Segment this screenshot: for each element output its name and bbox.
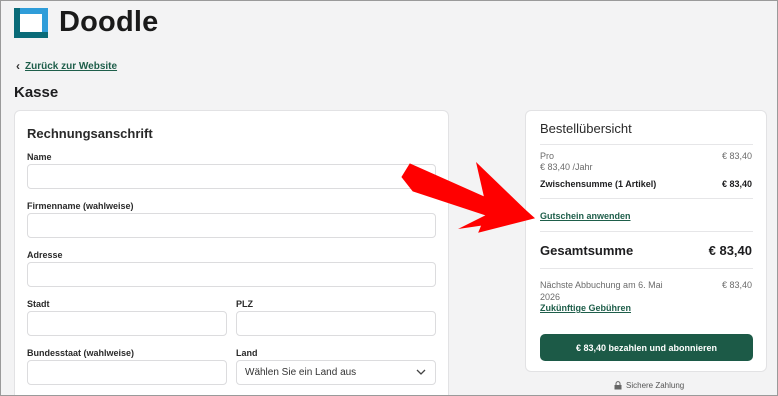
- brand-logo[interactable]: Doodle: [14, 6, 158, 39]
- secure-payment-note: Sichere Zahlung: [614, 381, 684, 390]
- summary-divider: [540, 268, 753, 269]
- future-fees-link[interactable]: Zukünftige Gebühren: [540, 303, 631, 313]
- secure-payment-label: Sichere Zahlung: [626, 381, 685, 390]
- country-select[interactable]: Wählen Sie ein Land aus: [236, 360, 436, 385]
- order-summary-card: [525, 110, 767, 372]
- next-charge-year: 2026: [540, 292, 561, 302]
- address-label: Adresse: [27, 250, 63, 260]
- summary-divider: [540, 198, 753, 199]
- doodle-logo-icon: [14, 7, 48, 38]
- subtotal-label: Zwischensumme (1 Artikel): [540, 179, 657, 189]
- state-field[interactable]: [27, 360, 227, 385]
- pay-and-subscribe-button[interactable]: € 83,40 bezahlen und abonnieren: [540, 334, 753, 361]
- total-value: € 83,40: [708, 243, 752, 258]
- subtotal-value: € 83,40: [721, 179, 752, 189]
- zip-label: PLZ: [236, 299, 253, 309]
- back-to-website-link[interactable]: ‹ Zurück zur Website: [16, 59, 117, 73]
- address-field[interactable]: [27, 262, 436, 287]
- page-title: Kasse: [14, 84, 59, 101]
- summary-title: Bestellübersicht: [540, 121, 632, 136]
- name-label: Name: [27, 152, 52, 162]
- plan-price: € 83,40: [721, 151, 752, 161]
- company-label: Firmenname (wahlweise): [27, 201, 134, 211]
- country-selected-value: Wählen Sie ein Land aus: [245, 367, 357, 378]
- summary-divider: [540, 231, 753, 232]
- chevron-down-icon: [416, 369, 426, 375]
- company-field[interactable]: [27, 213, 436, 238]
- next-charge-value: € 83,40: [721, 280, 752, 290]
- plan-period: € 83,40 /Jahr: [540, 162, 593, 172]
- name-field[interactable]: [27, 164, 436, 189]
- brand-name: Doodle: [59, 6, 159, 38]
- city-field[interactable]: [27, 311, 227, 336]
- plan-name: Pro: [540, 151, 555, 161]
- chevron-left-icon: ‹: [16, 59, 20, 73]
- country-label: Land: [236, 348, 258, 358]
- back-link-label: Zurück zur Website: [25, 60, 118, 72]
- billing-address-card: Rechnungsanschrift Name Firmenname (wahl…: [14, 110, 449, 396]
- next-charge-label: Nächste Abbuchung am 6. Mai: [540, 280, 663, 290]
- billing-title: Rechnungsanschrift: [27, 126, 153, 141]
- summary-divider: [540, 144, 753, 145]
- state-label: Bundesstaat (wahlweise): [27, 348, 135, 358]
- apply-coupon-link[interactable]: Gutschein anwenden: [540, 211, 631, 221]
- city-label: Stadt: [27, 299, 50, 309]
- lock-icon: [614, 381, 622, 390]
- total-label: Gesamtsumme: [540, 243, 634, 258]
- zip-field[interactable]: [236, 311, 436, 336]
